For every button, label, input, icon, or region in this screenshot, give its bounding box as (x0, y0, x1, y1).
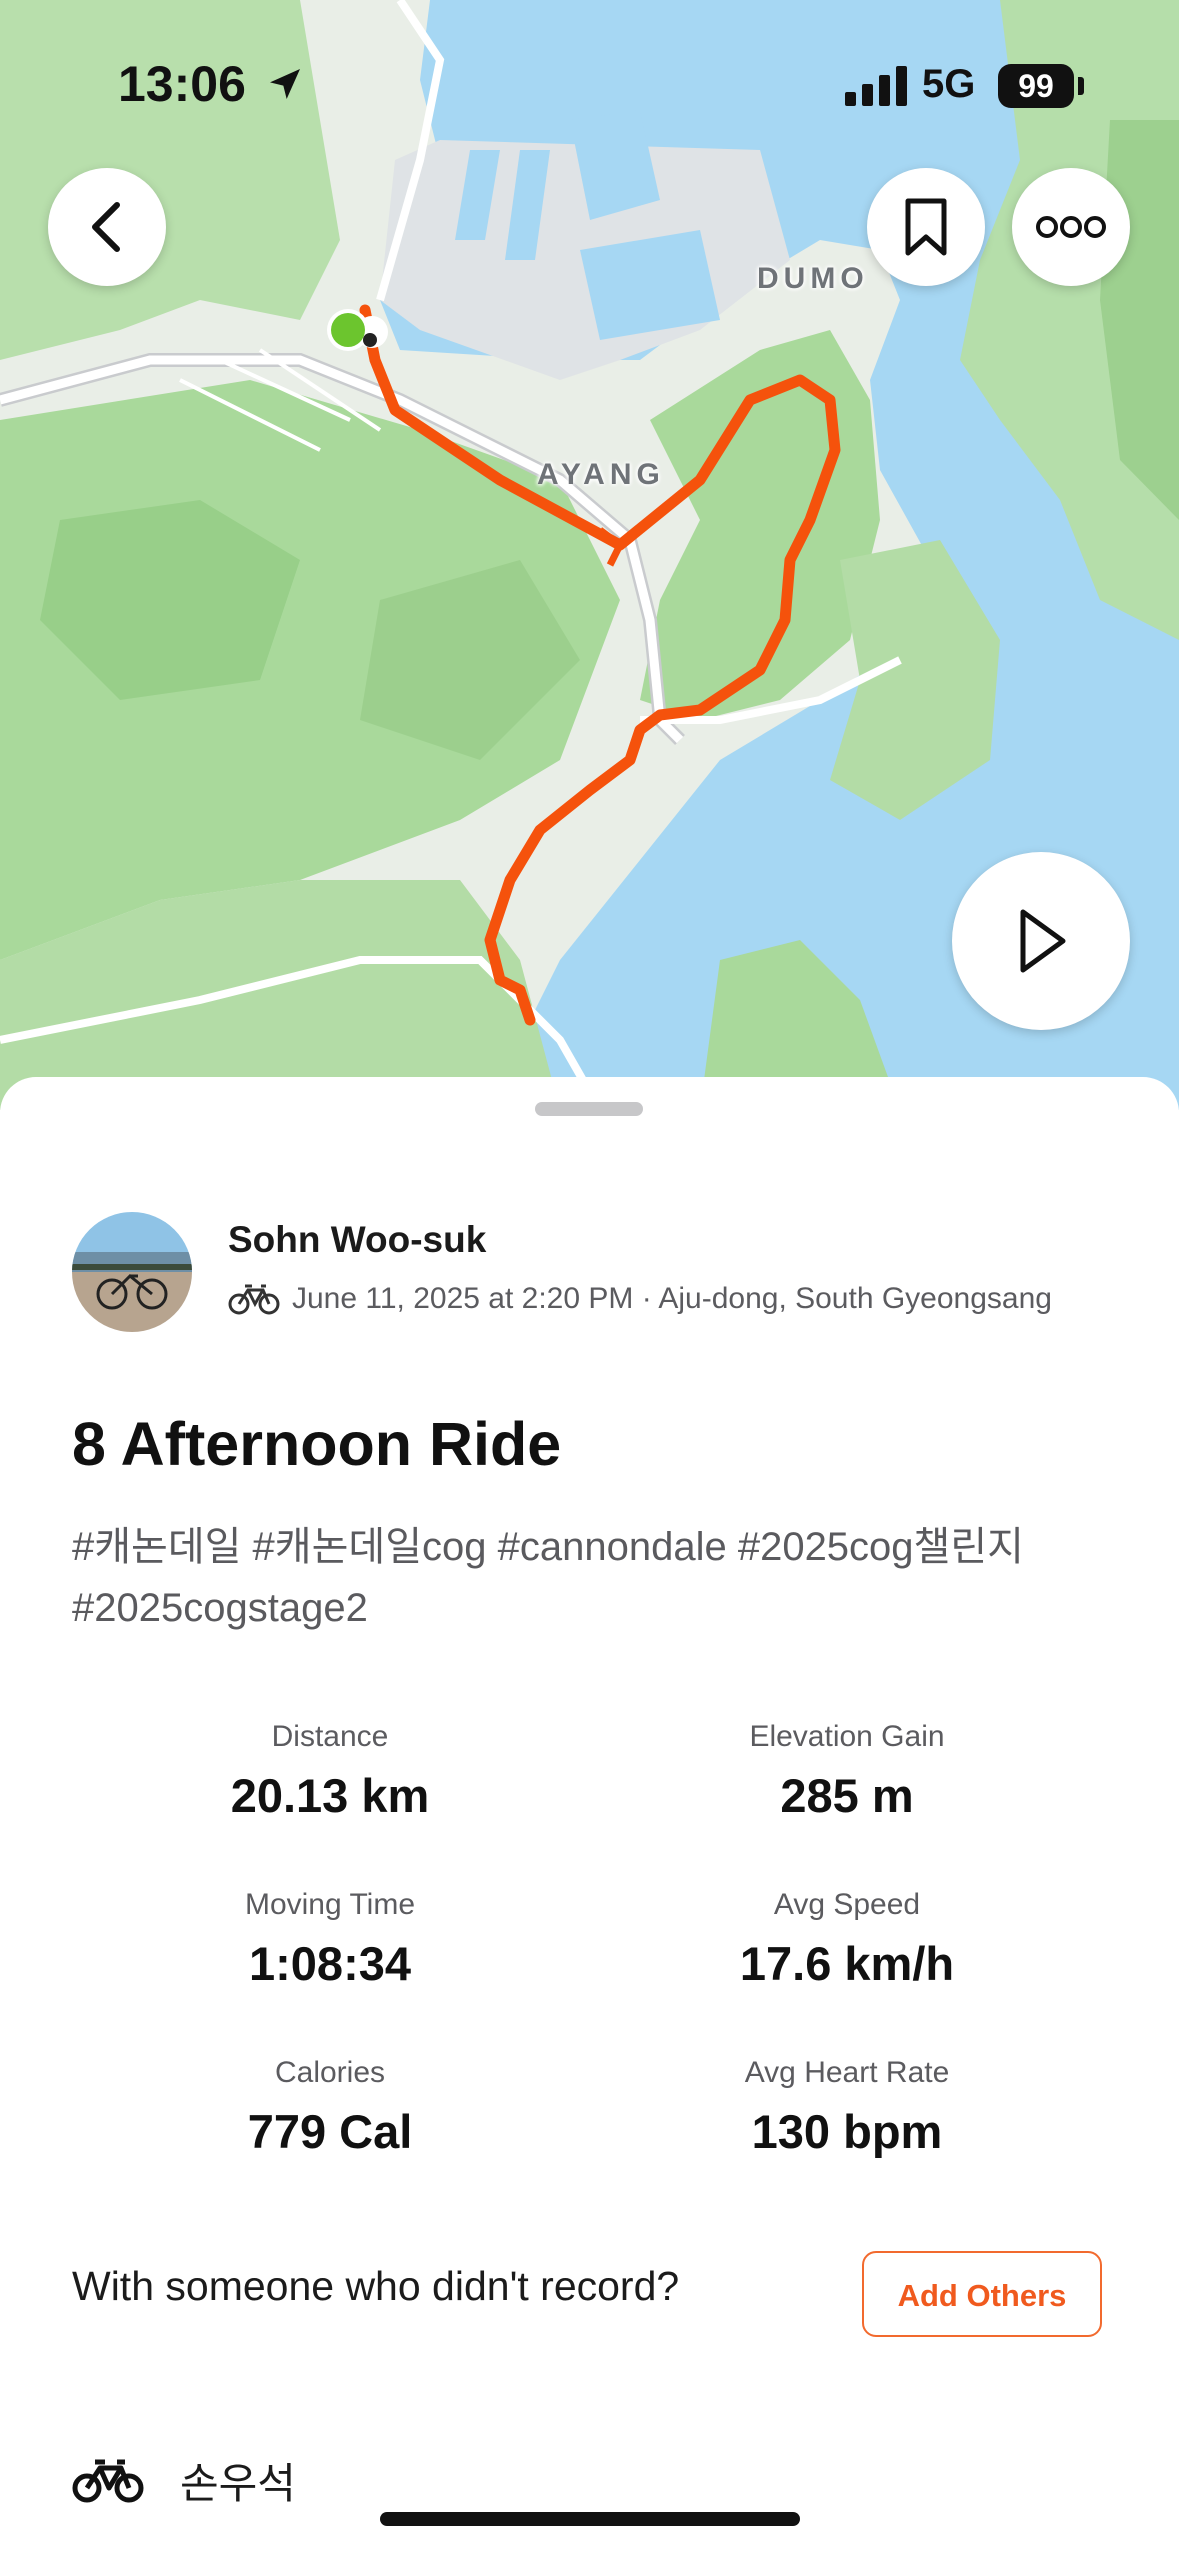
status-bar: 13:06 5G 99 (0, 0, 1179, 150)
battery-indicator: 99 (998, 64, 1074, 108)
athlete-name[interactable]: Sohn Woo-suk (228, 1219, 486, 1261)
stat-avg-speed: Avg Speed 17.6 km/h (637, 1888, 1057, 1991)
home-indicator (380, 2512, 800, 2526)
bike-icon (228, 1284, 280, 1315)
stat-distance: Distance 20.13 km (120, 1720, 540, 1823)
location-arrow-icon (270, 69, 300, 99)
activity-date-location: June 11, 2025 at 2:20 PM · Aju-dong, Sou… (292, 1282, 1052, 1315)
stat-label: Moving Time (244, 1888, 416, 1921)
sheet-grabber[interactable] (535, 1102, 643, 1116)
play-flyover-button[interactable] (952, 852, 1130, 1030)
network-type: 5G (922, 62, 976, 106)
stat-avg-heart-rate: Avg Heart Rate 130 bpm (637, 2056, 1057, 2159)
stat-value: 1:08:34 (249, 1937, 411, 1990)
avatar[interactable] (72, 1212, 192, 1332)
stat-label: Elevation Gain (749, 1720, 945, 1753)
activity-title: 8 Afternoon Ride (72, 1410, 562, 1478)
more-options-button[interactable] (1012, 168, 1130, 286)
bookmark-button[interactable] (867, 168, 985, 286)
stat-value: 20.13 km (230, 1769, 430, 1822)
cellular-signal-icon (845, 66, 907, 106)
play-icon (1020, 909, 1066, 973)
stat-label: Calories (274, 2056, 386, 2089)
stat-value: 285 m (780, 1769, 914, 1822)
stat-moving-time: Moving Time 1:08:34 (120, 1888, 540, 1991)
stat-elevation-gain: Elevation Gain 285 m (637, 1720, 1057, 1823)
stat-label: Avg Speed (773, 1888, 921, 1921)
gear-row[interactable]: 손우석 (72, 2450, 296, 2511)
add-others-button[interactable]: Add Others (862, 2251, 1102, 2337)
activity-description: #캐논데일 #캐논데일cog #cannondale #2025cog챌린지 #… (72, 1525, 1024, 1630)
map-label-dumo: DUMO (757, 262, 869, 295)
map-label-ayang: AYANG (537, 458, 665, 491)
more-options-icon (1036, 216, 1106, 238)
stat-label: Avg Heart Rate (744, 2056, 950, 2089)
bike-icon (72, 2459, 144, 2502)
battery-tip (1078, 77, 1084, 95)
stat-calories: Calories 779 Cal (120, 2056, 540, 2159)
stat-label: Distance (271, 1720, 389, 1753)
bookmark-icon (905, 198, 947, 256)
activity-sheet: Sohn Woo-suk June 11, 2025 at 2:20 PM · … (0, 1077, 1179, 2556)
activity-meta: June 11, 2025 at 2:20 PM · Aju-dong, Sou… (228, 1282, 1052, 1316)
others-prompt: With someone who didn't record? (72, 2263, 680, 2309)
stat-value: 17.6 km/h (739, 1937, 955, 1990)
gear-name: 손우석 (180, 2460, 296, 2507)
back-button[interactable] (48, 168, 166, 286)
stat-value: 779 Cal (247, 2105, 413, 2158)
status-time: 13:06 (118, 56, 246, 112)
stat-value: 130 bpm (751, 2105, 943, 2158)
avatar-photo (72, 1212, 192, 1332)
back-chevron-icon (92, 202, 120, 252)
